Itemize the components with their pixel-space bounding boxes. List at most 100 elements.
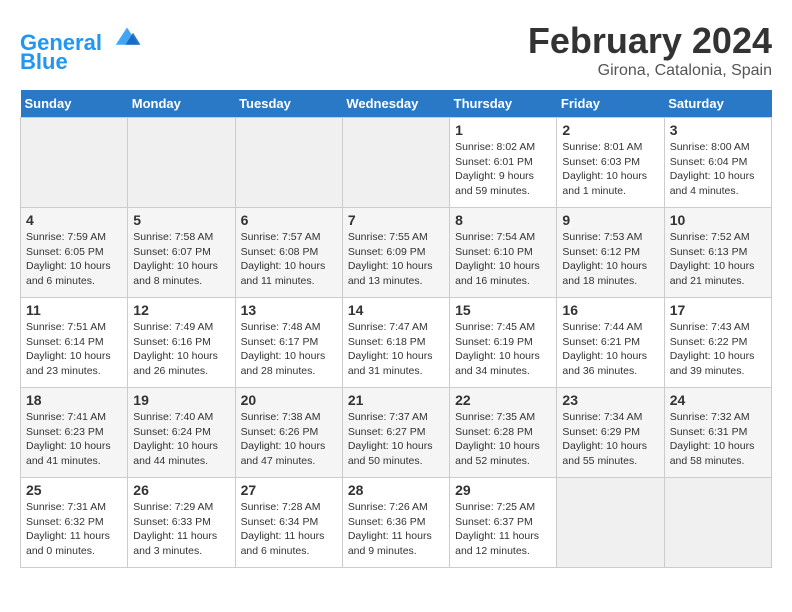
day-info: Sunrise: 7:58 AMSunset: 6:07 PMDaylight:… — [133, 230, 229, 289]
calendar-cell: 9 Sunrise: 7:53 AMSunset: 6:12 PMDaylight… — [557, 208, 664, 298]
day-number: 4 — [26, 212, 122, 228]
calendar-cell: 4 Sunrise: 7:59 AMSunset: 6:05 PMDaylight… — [21, 208, 128, 298]
calendar-week-row: 11 Sunrise: 7:51 AMSunset: 6:14 PMDayligh… — [21, 298, 772, 388]
day-info: Sunrise: 8:00 AMSunset: 6:04 PMDaylight:… — [670, 140, 766, 199]
day-info: Sunrise: 8:02 AMSunset: 6:01 PMDaylight:… — [455, 140, 551, 199]
day-info: Sunrise: 8:01 AMSunset: 6:03 PMDaylight:… — [562, 140, 658, 199]
logo: General Blue — [20, 20, 142, 75]
calendar-cell: 6 Sunrise: 7:57 AMSunset: 6:08 PMDaylight… — [235, 208, 342, 298]
day-number: 13 — [241, 302, 337, 318]
day-number: 8 — [455, 212, 551, 228]
weekday-header: Sunday — [21, 90, 128, 118]
day-info: Sunrise: 7:57 AMSunset: 6:08 PMDaylight:… — [241, 230, 337, 289]
day-info: Sunrise: 7:52 AMSunset: 6:13 PMDaylight:… — [670, 230, 766, 289]
day-number: 22 — [455, 392, 551, 408]
day-info: Sunrise: 7:34 AMSunset: 6:29 PMDaylight:… — [562, 410, 658, 469]
calendar-cell: 18 Sunrise: 7:41 AMSunset: 6:23 PMDayligh… — [21, 388, 128, 478]
day-info: Sunrise: 7:49 AMSunset: 6:16 PMDaylight:… — [133, 320, 229, 379]
day-number: 25 — [26, 482, 122, 498]
calendar-cell — [21, 118, 128, 208]
day-number: 5 — [133, 212, 229, 228]
day-info: Sunrise: 7:40 AMSunset: 6:24 PMDaylight:… — [133, 410, 229, 469]
calendar-table: SundayMondayTuesdayWednesdayThursdayFrid… — [20, 90, 772, 568]
day-number: 15 — [455, 302, 551, 318]
location: Girona, Catalonia, Spain — [528, 62, 772, 80]
calendar-cell — [557, 478, 664, 568]
calendar-cell: 22 Sunrise: 7:35 AMSunset: 6:28 PMDayligh… — [450, 388, 557, 478]
day-info: Sunrise: 7:35 AMSunset: 6:28 PMDaylight:… — [455, 410, 551, 469]
day-number: 10 — [670, 212, 766, 228]
day-info: Sunrise: 7:37 AMSunset: 6:27 PMDaylight:… — [348, 410, 444, 469]
calendar-cell: 17Sunrise: 7:43 AMSunset: 6:22 PMDayligh… — [664, 298, 771, 388]
calendar-cell: 14 Sunrise: 7:47 AMSunset: 6:18 PMDayligh… — [342, 298, 449, 388]
weekday-header: Saturday — [664, 90, 771, 118]
day-info: Sunrise: 7:44 AMSunset: 6:21 PMDaylight:… — [562, 320, 658, 379]
calendar-cell: 11 Sunrise: 7:51 AMSunset: 6:14 PMDayligh… — [21, 298, 128, 388]
day-number: 1 — [455, 122, 551, 138]
calendar-cell: 16 Sunrise: 7:44 AMSunset: 6:21 PMDayligh… — [557, 298, 664, 388]
calendar-cell: 5 Sunrise: 7:58 AMSunset: 6:07 PMDaylight… — [128, 208, 235, 298]
calendar-week-row: 25 Sunrise: 7:31 AMSunset: 6:32 PMDayligh… — [21, 478, 772, 568]
calendar-cell: 25 Sunrise: 7:31 AMSunset: 6:32 PMDayligh… — [21, 478, 128, 568]
calendar-cell: 3 Sunrise: 8:00 AMSunset: 6:04 PMDaylight… — [664, 118, 771, 208]
calendar-cell: 20 Sunrise: 7:38 AMSunset: 6:26 PMDayligh… — [235, 388, 342, 478]
calendar-cell: 27Sunrise: 7:28 AMSunset: 6:34 PMDayligh… — [235, 478, 342, 568]
calendar-cell: 8 Sunrise: 7:54 AMSunset: 6:10 PMDaylight… — [450, 208, 557, 298]
month-title: February 2024 — [528, 20, 772, 62]
day-number: 16 — [562, 302, 658, 318]
day-info: Sunrise: 7:31 AMSunset: 6:32 PMDaylight:… — [26, 500, 122, 559]
day-info: Sunrise: 7:54 AMSunset: 6:10 PMDaylight:… — [455, 230, 551, 289]
calendar-header: SundayMondayTuesdayWednesdayThursdayFrid… — [21, 90, 772, 118]
day-info: Sunrise: 7:47 AMSunset: 6:18 PMDaylight:… — [348, 320, 444, 379]
title-block: February 2024 Girona, Catalonia, Spain — [528, 20, 772, 80]
calendar-week-row: 1 Sunrise: 8:02 AMSunset: 6:01 PMDaylight… — [21, 118, 772, 208]
day-info: Sunrise: 7:53 AMSunset: 6:12 PMDaylight:… — [562, 230, 658, 289]
day-number: 7 — [348, 212, 444, 228]
day-number: 17 — [670, 302, 766, 318]
calendar-cell: 13 Sunrise: 7:48 AMSunset: 6:17 PMDayligh… — [235, 298, 342, 388]
day-info: Sunrise: 7:51 AMSunset: 6:14 PMDaylight:… — [26, 320, 122, 379]
day-number: 14 — [348, 302, 444, 318]
day-number: 11 — [26, 302, 122, 318]
logo-icon — [112, 20, 142, 50]
calendar-cell: 1 Sunrise: 8:02 AMSunset: 6:01 PMDaylight… — [450, 118, 557, 208]
calendar-cell: 28 Sunrise: 7:26 AMSunset: 6:36 PMDayligh… — [342, 478, 449, 568]
weekday-header: Friday — [557, 90, 664, 118]
day-number: 3 — [670, 122, 766, 138]
day-info: Sunrise: 7:59 AMSunset: 6:05 PMDaylight:… — [26, 230, 122, 289]
day-number: 24 — [670, 392, 766, 408]
page-header: General Blue February 2024 Girona, Catal… — [20, 20, 772, 80]
day-number: 18 — [26, 392, 122, 408]
day-info: Sunrise: 7:32 AMSunset: 6:31 PMDaylight:… — [670, 410, 766, 469]
day-number: 20 — [241, 392, 337, 408]
day-number: 29 — [455, 482, 551, 498]
calendar-cell: 24 Sunrise: 7:32 AMSunset: 6:31 PMDayligh… — [664, 388, 771, 478]
day-info: Sunrise: 7:26 AMSunset: 6:36 PMDaylight:… — [348, 500, 444, 559]
day-info: Sunrise: 7:48 AMSunset: 6:17 PMDaylight:… — [241, 320, 337, 379]
day-info: Sunrise: 7:41 AMSunset: 6:23 PMDaylight:… — [26, 410, 122, 469]
calendar-cell: 23 Sunrise: 7:34 AMSunset: 6:29 PMDayligh… — [557, 388, 664, 478]
day-number: 12 — [133, 302, 229, 318]
weekday-header: Tuesday — [235, 90, 342, 118]
day-number: 26 — [133, 482, 229, 498]
day-info: Sunrise: 7:38 AMSunset: 6:26 PMDaylight:… — [241, 410, 337, 469]
calendar-cell: 7 Sunrise: 7:55 AMSunset: 6:09 PMDaylight… — [342, 208, 449, 298]
calendar-cell — [664, 478, 771, 568]
day-number: 23 — [562, 392, 658, 408]
calendar-cell — [235, 118, 342, 208]
day-number: 6 — [241, 212, 337, 228]
day-info: Sunrise: 7:25 AMSunset: 6:37 PMDaylight:… — [455, 500, 551, 559]
calendar-cell: 12 Sunrise: 7:49 AMSunset: 6:16 PMDayligh… — [128, 298, 235, 388]
calendar-cell: 10 Sunrise: 7:52 AMSunset: 6:13 PMDayligh… — [664, 208, 771, 298]
calendar-cell: 2Sunrise: 8:01 AMSunset: 6:03 PMDaylight… — [557, 118, 664, 208]
day-info: Sunrise: 7:55 AMSunset: 6:09 PMDaylight:… — [348, 230, 444, 289]
weekday-header: Monday — [128, 90, 235, 118]
day-number: 28 — [348, 482, 444, 498]
calendar-body: 1 Sunrise: 8:02 AMSunset: 6:01 PMDaylight… — [21, 118, 772, 568]
calendar-cell: 21Sunrise: 7:37 AMSunset: 6:27 PMDayligh… — [342, 388, 449, 478]
calendar-cell: 19Sunrise: 7:40 AMSunset: 6:24 PMDayligh… — [128, 388, 235, 478]
day-info: Sunrise: 7:45 AMSunset: 6:19 PMDaylight:… — [455, 320, 551, 379]
calendar-week-row: 4 Sunrise: 7:59 AMSunset: 6:05 PMDaylight… — [21, 208, 772, 298]
calendar-cell — [128, 118, 235, 208]
day-number: 9 — [562, 212, 658, 228]
